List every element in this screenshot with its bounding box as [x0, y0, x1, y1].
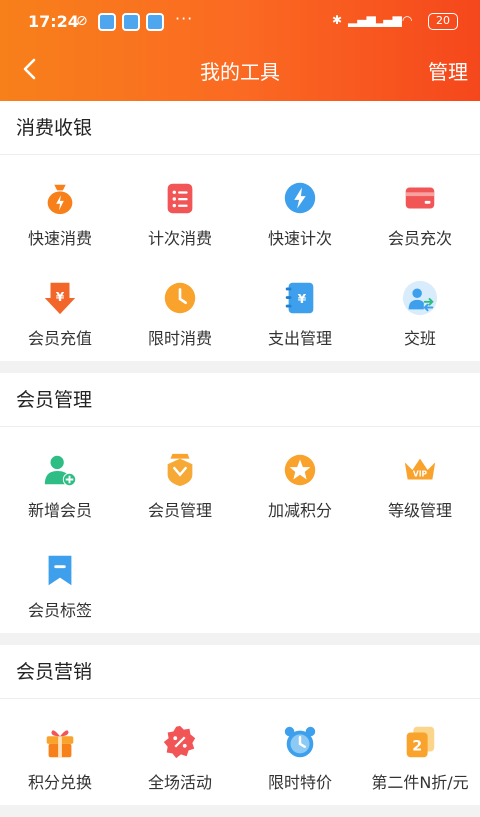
- svg-text:¥: ¥: [56, 290, 65, 304]
- tool-quick-consume[interactable]: 快速消费: [0, 161, 120, 261]
- card-icon: [405, 187, 435, 209]
- tool-store-activity[interactable]: 全场活动: [120, 705, 240, 805]
- svg-text:¥: ¥: [298, 292, 307, 306]
- alarm-icon: [284, 726, 316, 758]
- section-member-marketing: 会员营销 积分兑换 全场活动 限时特价 2 第二件N折/元: [0, 645, 480, 805]
- tool-member-recharge[interactable]: ¥ 会员充值: [0, 261, 120, 361]
- section-title: 会员管理: [0, 373, 480, 427]
- tool-count-consume[interactable]: 计次消费: [120, 161, 240, 261]
- discount-icon: [163, 725, 196, 759]
- status-bar: 17:24 ⊘ ··· ✱ ▂▄▆ ▂▄▆ ◠ 20: [0, 0, 480, 44]
- star-icon: [284, 454, 316, 486]
- tool-second-item-discount[interactable]: 2 第二件N折/元: [360, 705, 480, 805]
- tool-member-manage[interactable]: 会员管理: [120, 433, 240, 533]
- tool-points-exchange[interactable]: 积分兑换: [0, 705, 120, 805]
- manage-button[interactable]: 管理: [428, 56, 468, 85]
- badge-icon: [167, 453, 193, 487]
- tool-add-member[interactable]: 新增会员: [0, 433, 120, 533]
- list-icon: [167, 183, 193, 214]
- dnd-icon: ⊘: [76, 13, 88, 29]
- tool-sections: 消费收银 快速消费 计次消费 快速计次 会员充次 ¥ 会员充值 限时消费 ¥ 支…: [0, 101, 480, 817]
- tool-member-recharge-count[interactable]: 会员充次: [360, 161, 480, 261]
- section-title: 消费收银: [0, 101, 480, 155]
- app-notification-icon: [146, 13, 164, 31]
- ledger-icon: ¥: [285, 282, 314, 314]
- handover-icon: [402, 280, 438, 316]
- section-title: 会员营销: [0, 645, 480, 699]
- tool-expense-manage[interactable]: ¥ 支出管理: [240, 261, 360, 361]
- lightning-icon: [284, 182, 316, 214]
- second-item-icon: 2: [406, 726, 435, 758]
- battery-icon: 20: [428, 13, 458, 30]
- header: 17:24 ⊘ ··· ✱ ▂▄▆ ▂▄▆ ◠ 20 我的工具 管理: [0, 0, 480, 101]
- more-notifications-icon: ···: [175, 9, 194, 28]
- signal-icon: ▂▄▆: [374, 13, 402, 27]
- wifi-icon: ◠: [402, 13, 413, 27]
- navbar: 我的工具 管理: [0, 44, 480, 100]
- app-notification-icon: [122, 13, 140, 31]
- tool-quick-count[interactable]: 快速计次: [240, 161, 360, 261]
- tool-limited-special[interactable]: 限时特价: [240, 705, 360, 805]
- tool-level-manage[interactable]: VIP 等级管理: [360, 433, 480, 533]
- status-time: 17:24: [28, 12, 79, 31]
- svg-text:VIP: VIP: [413, 470, 428, 479]
- tag-icon: [48, 555, 72, 586]
- tool-shift-handover[interactable]: 交班: [360, 261, 480, 361]
- gift-icon: [46, 730, 74, 758]
- tool-timed-consume[interactable]: 限时消费: [120, 261, 240, 361]
- vip-crown-icon: VIP: [404, 458, 436, 480]
- tool-points-adjust[interactable]: 加减积分: [240, 433, 360, 533]
- app-notification-icon: [98, 13, 116, 31]
- section-member-manage: 会员管理 新增会员 会员管理 加减积分 VIP 等级管理 会员标签: [0, 373, 480, 633]
- tool-member-tag[interactable]: 会员标签: [0, 533, 120, 633]
- page-title: 我的工具: [200, 60, 280, 84]
- bluetooth-icon: ✱: [332, 13, 343, 27]
- svg-text:2: 2: [412, 739, 422, 755]
- money-bag-icon: [47, 184, 73, 215]
- yen-arrow-icon: ¥: [44, 282, 76, 315]
- add-user-icon: [44, 455, 77, 487]
- signal-icon: ▂▄▆: [348, 13, 376, 27]
- clock-icon: [164, 282, 196, 314]
- section-consume-cashier: 消费收银 快速消费 计次消费 快速计次 会员充次 ¥ 会员充值 限时消费 ¥ 支…: [0, 101, 480, 361]
